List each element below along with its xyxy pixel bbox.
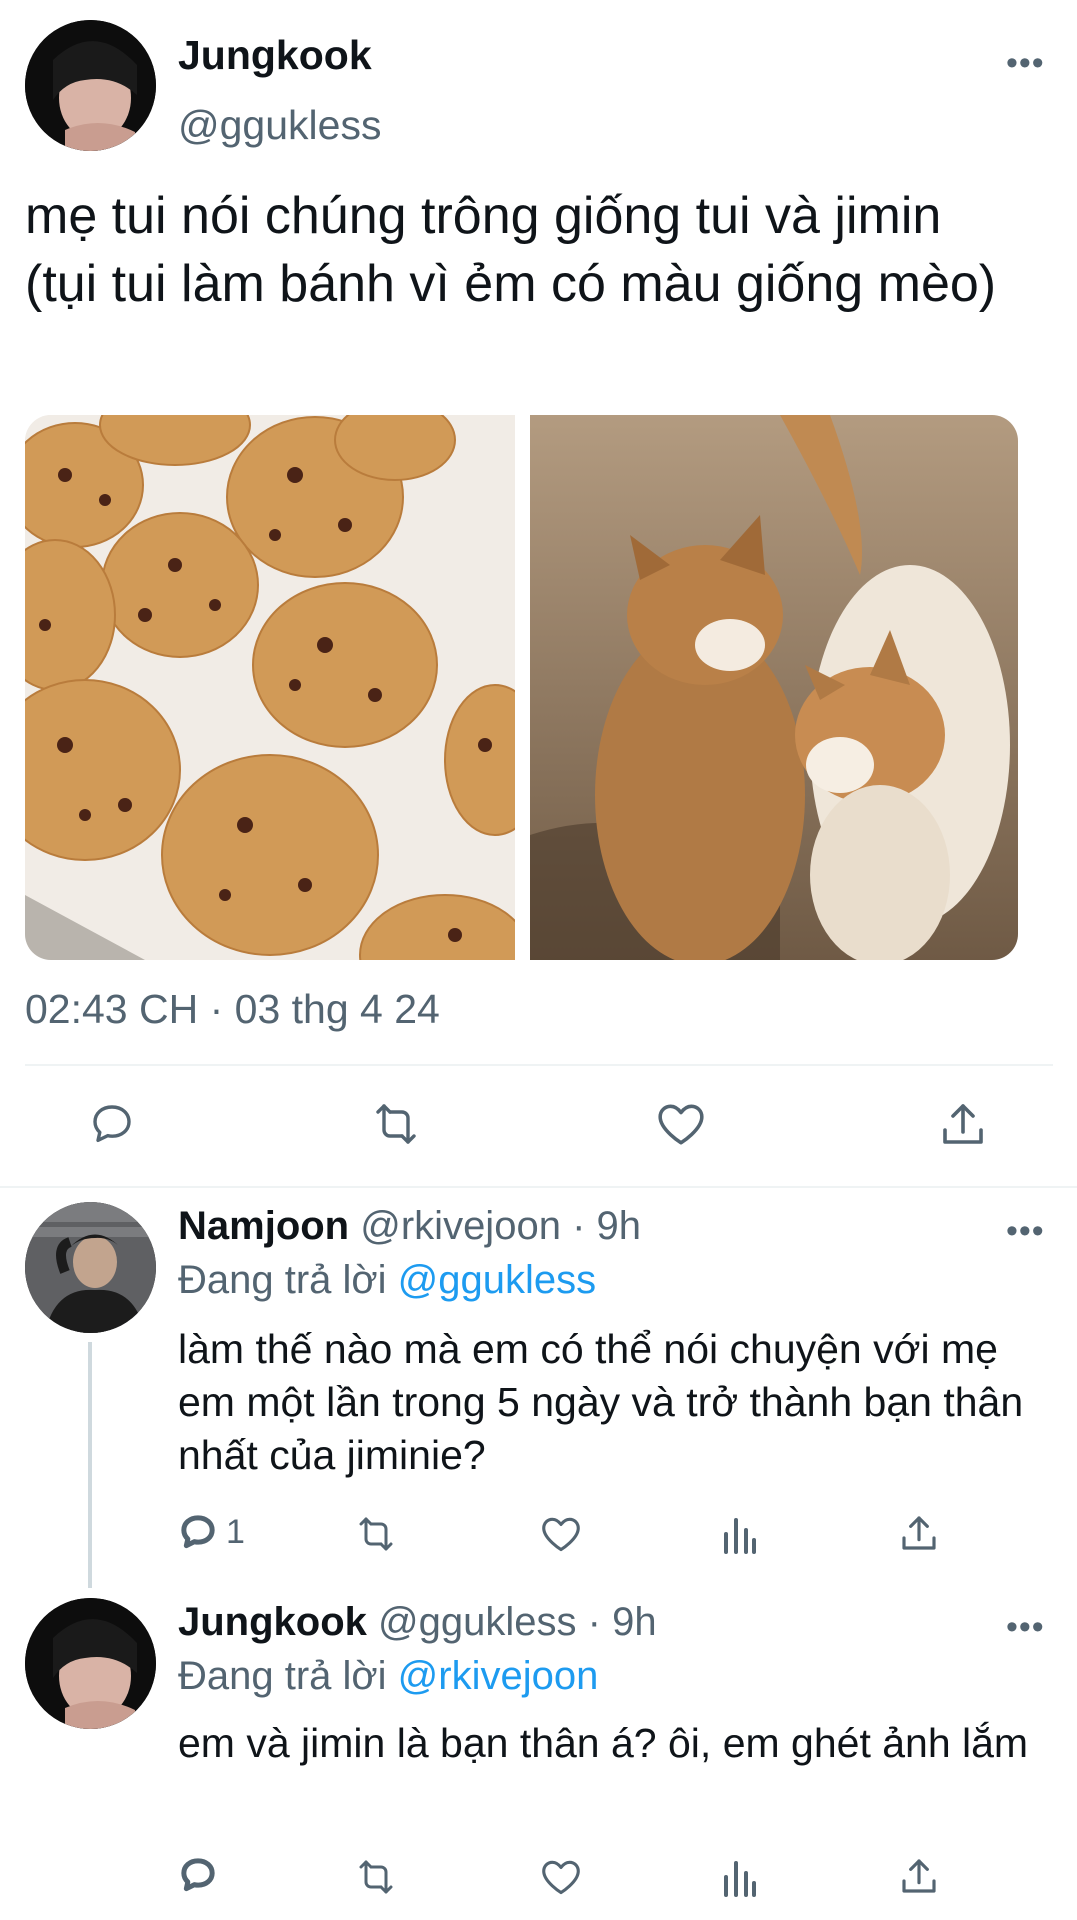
author-handle[interactable]: @ggukless bbox=[178, 102, 381, 149]
reply-time[interactable]: · 9h bbox=[588, 1600, 657, 1644]
thread-line bbox=[88, 1342, 92, 1588]
reply-avatar-namjoon[interactable] bbox=[25, 1202, 156, 1333]
reply-header: Namjoon @rkivejoon · 9h bbox=[178, 1204, 641, 1249]
replying-to-handle[interactable]: @ggukless bbox=[398, 1258, 596, 1302]
like-icon[interactable] bbox=[656, 1101, 706, 1147]
like-icon[interactable] bbox=[540, 1858, 582, 1896]
media-image-cookies[interactable] bbox=[25, 415, 515, 960]
like-icon[interactable] bbox=[540, 1515, 582, 1553]
author-avatar[interactable] bbox=[25, 20, 156, 151]
retweet-icon[interactable] bbox=[354, 1857, 398, 1897]
reply-header: Jungkook @ggukless · 9h bbox=[178, 1600, 657, 1645]
reply-author-name[interactable]: Namjoon bbox=[178, 1204, 349, 1248]
retweet-icon[interactable] bbox=[354, 1514, 398, 1554]
replying-to-label: Đang trả lời bbox=[178, 1654, 387, 1698]
reply-more-options-icon[interactable]: ••• bbox=[1006, 1214, 1045, 1248]
analytics-icon[interactable] bbox=[722, 1857, 758, 1897]
share-icon[interactable] bbox=[900, 1513, 938, 1553]
reply-author-name[interactable]: Jungkook bbox=[178, 1600, 367, 1644]
reply-icon[interactable] bbox=[88, 1100, 136, 1148]
tweet-timestamp[interactable]: 02:43 CH · 03 thg 4 24 bbox=[25, 986, 440, 1033]
reply-avatar-jungkook[interactable] bbox=[25, 1598, 156, 1729]
reply-author-handle[interactable]: @ggukless bbox=[378, 1600, 576, 1644]
analytics-icon[interactable] bbox=[722, 1514, 758, 1554]
reply-more-options-icon[interactable]: ••• bbox=[1006, 1610, 1045, 1644]
reply-count: 1 bbox=[226, 1512, 245, 1551]
more-options-icon[interactable]: ••• bbox=[1006, 46, 1045, 80]
replying-to-handle[interactable]: @rkivejoon bbox=[398, 1654, 599, 1698]
tweet-text: mẹ tui nói chúng trông giống tui và jimi… bbox=[25, 187, 997, 313]
share-icon[interactable] bbox=[940, 1100, 986, 1148]
replying-to-line: Đang trả lời @ggukless bbox=[178, 1258, 596, 1303]
media-image-cats[interactable] bbox=[530, 415, 1018, 960]
author-name[interactable]: Jungkook bbox=[178, 32, 372, 79]
reply-action[interactable] bbox=[178, 1855, 218, 1895]
reply-time[interactable]: · 9h bbox=[572, 1204, 641, 1248]
retweet-icon[interactable] bbox=[370, 1100, 422, 1148]
reply-author-handle[interactable]: @rkivejoon bbox=[360, 1204, 561, 1248]
replying-to-label: Đang trả lời bbox=[178, 1258, 387, 1302]
reply-action[interactable]: 1 bbox=[178, 1512, 245, 1552]
section-divider bbox=[0, 1186, 1077, 1188]
reply-text: làm thế nào mà em có thể nói chuyện với … bbox=[178, 1326, 1024, 1478]
share-icon[interactable] bbox=[900, 1856, 938, 1896]
reply-text: em và jimin là bạn thân á? ôi, em ghét ả… bbox=[178, 1720, 1029, 1766]
replying-to-line: Đang trả lời @rkivejoon bbox=[178, 1654, 598, 1699]
divider bbox=[25, 1064, 1053, 1066]
